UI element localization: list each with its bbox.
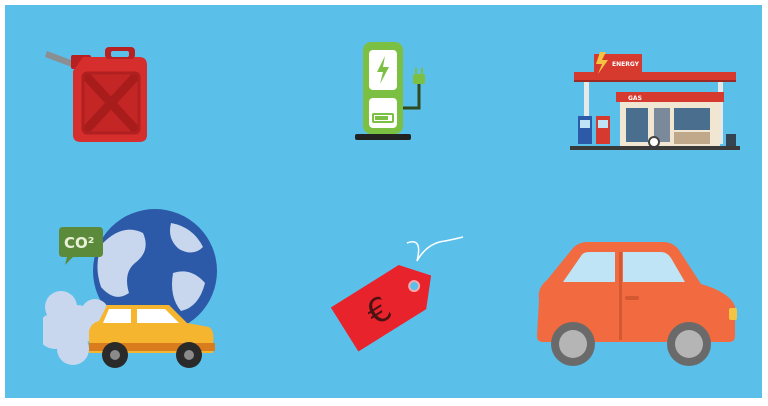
energy-sign-label: ENERGY <box>612 61 640 68</box>
euro-price-tag-icon: € <box>327 233 467 361</box>
car-icon <box>533 240 738 372</box>
ev-charger-icon <box>345 40 440 144</box>
co2-pollution-icon: CO² <box>43 203 218 375</box>
gas-station-icon: ENERGY GAS <box>570 50 740 150</box>
co2-bubble-label: CO² <box>64 234 94 252</box>
gas-canopy-label: GAS <box>628 95 642 102</box>
fuel-can-icon <box>43 43 151 143</box>
illustration-panel: ENERGY GAS CO² € <box>5 5 762 398</box>
